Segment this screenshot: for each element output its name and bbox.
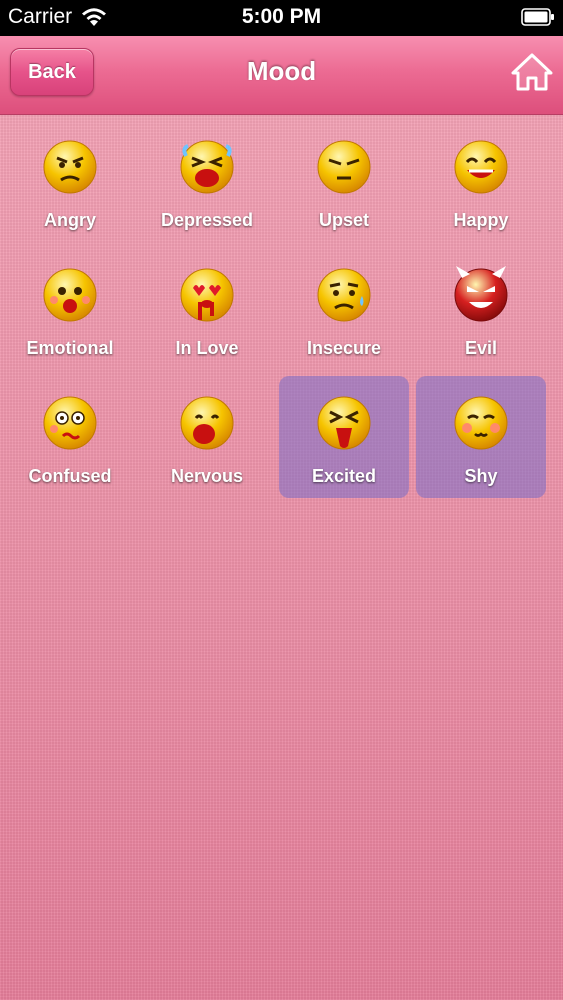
in-love-face-icon bbox=[180, 268, 234, 322]
mood-grid-area: Angry Depressed Upset Happy Emotional In Love… bbox=[0, 115, 563, 1000]
emotional-face-icon bbox=[43, 268, 97, 322]
navigation-bar: Back Mood bbox=[0, 36, 563, 115]
mood-label: Confused bbox=[28, 466, 112, 486]
home-icon[interactable] bbox=[511, 52, 553, 92]
mood-label: Upset bbox=[318, 210, 369, 230]
evil-face-icon bbox=[454, 266, 508, 322]
mood-label: Insecure bbox=[306, 338, 382, 358]
nervous-face-icon bbox=[180, 396, 234, 450]
status-bar: Carrier 5:00 PM bbox=[0, 0, 563, 36]
mood-label: Nervous bbox=[170, 466, 244, 486]
mood-tile-happy[interactable]: Happy bbox=[416, 120, 546, 242]
mood-label: Emotional bbox=[26, 338, 114, 358]
mood-label: Happy bbox=[453, 210, 509, 230]
mood-label: Depressed bbox=[160, 210, 254, 230]
depressed-face-icon bbox=[180, 140, 234, 194]
mood-label: Excited bbox=[311, 466, 377, 486]
shy-face-icon bbox=[454, 396, 508, 450]
excited-face-icon bbox=[317, 396, 371, 450]
mood-tile-in-love[interactable]: In Love bbox=[142, 248, 272, 370]
happy-face-icon bbox=[454, 140, 508, 194]
mood-tile-angry[interactable]: Angry bbox=[5, 120, 135, 242]
mood-tile-emotional[interactable]: Emotional bbox=[5, 248, 135, 370]
mood-tile-excited[interactable]: Excited bbox=[279, 376, 409, 498]
insecure-face-icon bbox=[317, 268, 371, 322]
status-time: 5:00 PM bbox=[241, 5, 322, 28]
battery-icon bbox=[521, 8, 554, 26]
confused-face-icon bbox=[43, 396, 97, 450]
mood-label: Angry bbox=[43, 210, 96, 230]
mood-tile-upset[interactable]: Upset bbox=[279, 120, 409, 242]
mood-tile-evil[interactable]: Evil bbox=[416, 248, 546, 370]
mood-tile-depressed[interactable]: Depressed bbox=[142, 120, 272, 242]
mood-label: In Love bbox=[175, 338, 239, 358]
mood-label: Evil bbox=[464, 338, 498, 358]
page-title: Mood bbox=[246, 56, 317, 86]
upset-face-icon bbox=[317, 140, 371, 194]
mood-tile-shy[interactable]: Shy bbox=[416, 376, 546, 498]
mood-label: Shy bbox=[464, 466, 498, 486]
angry-face-icon bbox=[43, 140, 97, 194]
mood-tile-nervous[interactable]: Nervous bbox=[142, 376, 272, 498]
mood-tile-insecure[interactable]: Insecure bbox=[279, 248, 409, 370]
mood-tile-confused[interactable]: Confused bbox=[5, 376, 135, 498]
